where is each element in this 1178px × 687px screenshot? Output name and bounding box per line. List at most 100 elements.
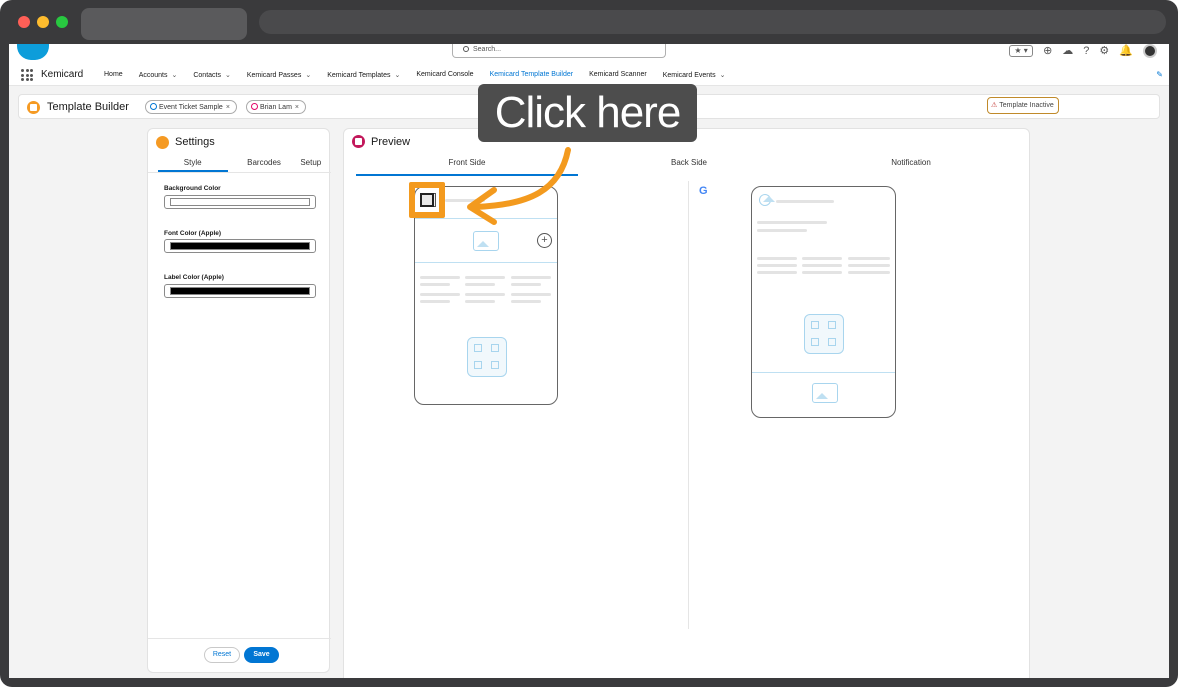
- settings-icon: [156, 136, 169, 149]
- notifications-bell-icon[interactable]: 🔔: [1119, 45, 1133, 57]
- app-launcher-icon[interactable]: [21, 69, 33, 81]
- click-here-callout: Click here: [478, 84, 697, 142]
- background-color-label: Background Color: [164, 185, 221, 192]
- preview-divider: [688, 181, 689, 629]
- salesforce-logo[interactable]: [17, 44, 49, 60]
- trailhead-icon[interactable]: ☁: [1062, 45, 1073, 57]
- placeholder-line: [848, 271, 890, 274]
- chevron-down-icon[interactable]: ⌄: [305, 72, 311, 79]
- strip-image-icon[interactable]: [473, 231, 499, 251]
- chevron-down-icon[interactable]: ⌄: [395, 72, 401, 79]
- nav-item-kemicard-console[interactable]: Kemicard Console: [416, 66, 481, 86]
- nav-item-contacts[interactable]: Contacts ⌄: [193, 66, 239, 86]
- global-search-input[interactable]: Search...: [452, 44, 666, 58]
- hero-image-icon[interactable]: [812, 383, 838, 403]
- placeholder-line: [802, 271, 842, 274]
- close-window-button[interactable]: [18, 16, 30, 28]
- placeholder-line: [848, 257, 890, 260]
- contact-record-icon: [251, 103, 258, 110]
- nav-item-label: Kemicard Templates: [327, 72, 391, 79]
- placeholder-line: [757, 264, 797, 267]
- event-ticket-sample-pill[interactable]: Event Ticket Sample ×: [145, 100, 237, 114]
- apple-pass-preview: +: [414, 186, 558, 405]
- placeholder-line: [465, 276, 505, 279]
- add-image-plus-icon[interactable]: +: [537, 233, 552, 248]
- remove-pill-icon[interactable]: ×: [226, 104, 230, 111]
- placeholder-line: [511, 300, 541, 303]
- template-builder-icon: [27, 101, 40, 114]
- search-placeholder: Search...: [473, 46, 502, 53]
- remove-pill-icon[interactable]: ×: [295, 104, 299, 111]
- favorites-icon[interactable]: ★ ▾: [1009, 45, 1034, 57]
- reset-button[interactable]: Reset: [204, 647, 240, 663]
- font-color-label: Font Color (Apple): [164, 230, 222, 237]
- placeholder-line: [776, 200, 834, 203]
- app-nav-bar: Kemicard Home Accounts ⌄ Contacts ⌄ Kemicard …: [9, 66, 1169, 86]
- placeholder-line: [511, 293, 551, 296]
- label-color-label: Label Color (Apple): [164, 274, 224, 281]
- tab-front-side[interactable]: Front Side: [356, 158, 578, 176]
- tab-barcodes[interactable]: Barcodes: [247, 155, 281, 172]
- nav-item-kemicard-template-builder[interactable]: Kemicard Template Builder: [489, 66, 582, 86]
- google-logo-slot[interactable]: [759, 194, 775, 206]
- browser-titlebar: [0, 0, 1178, 44]
- maximize-window-button[interactable]: [56, 16, 68, 28]
- tab-style[interactable]: Style: [157, 155, 228, 172]
- nav-item-kemicard-passes[interactable]: Kemicard Passes ⌄: [247, 66, 319, 86]
- placeholder-line: [465, 293, 505, 296]
- placeholder-line: [757, 271, 797, 274]
- tab-notification[interactable]: Notification: [800, 158, 1022, 167]
- qr-code-icon[interactable]: [467, 337, 507, 377]
- nav-item-label: Accounts: [138, 72, 168, 79]
- chevron-down-icon[interactable]: ⌄: [225, 72, 231, 79]
- nav-item-label: Kemicard Console: [416, 71, 474, 78]
- global-create-icon[interactable]: ⊕: [1043, 45, 1052, 57]
- template-status-badge[interactable]: ⚠ Template Inactive: [987, 97, 1059, 114]
- help-icon[interactable]: ?: [1083, 45, 1089, 57]
- nav-item-kemicard-scanner[interactable]: Kemicard Scanner: [589, 66, 655, 86]
- placeholder-line: [757, 221, 827, 224]
- nav-item-label: Kemicard Template Builder: [489, 71, 574, 78]
- app-name: Kemicard: [41, 69, 84, 80]
- qr-code-icon[interactable]: [804, 314, 844, 354]
- edit-nav-pencil-icon[interactable]: ✎: [1156, 70, 1163, 79]
- placeholder-line: [757, 257, 797, 260]
- placeholder-line: [802, 257, 842, 260]
- logo-target-highlight[interactable]: [409, 182, 445, 218]
- placeholder-line: [757, 229, 807, 232]
- address-bar[interactable]: [259, 10, 1166, 34]
- background-color-field[interactable]: [164, 195, 316, 209]
- settings-title: Settings: [175, 136, 215, 148]
- settings-footer: Reset Save: [148, 638, 331, 672]
- save-button[interactable]: Save: [244, 647, 279, 663]
- logo-slot-target[interactable]: [420, 193, 434, 207]
- tab-setup[interactable]: Setup: [300, 155, 321, 172]
- settings-panel: Settings Style Barcodes Setup Background…: [147, 128, 331, 673]
- nav-item-kemicard-events[interactable]: Kemicard Events ⌄: [663, 66, 734, 86]
- page-title: Template Builder: [47, 101, 129, 113]
- gear-icon[interactable]: ⚙: [1099, 45, 1109, 57]
- nav-item-home[interactable]: Home: [104, 66, 131, 86]
- nav-item-label: Contacts: [193, 72, 221, 79]
- label-color-swatch: [170, 287, 310, 295]
- label-color-field[interactable]: [164, 284, 316, 298]
- chevron-down-icon[interactable]: ⌄: [720, 72, 726, 79]
- nav-item-label: Kemicard Passes: [246, 72, 302, 79]
- tab-back-side[interactable]: Back Side: [578, 158, 800, 167]
- nav-item-kemicard-templates[interactable]: Kemicard Templates ⌄: [327, 66, 408, 86]
- placeholder-line: [445, 199, 485, 202]
- browser-tab[interactable]: [81, 8, 247, 40]
- preview-title: Preview: [371, 136, 411, 148]
- user-avatar[interactable]: [1143, 44, 1157, 58]
- placeholder-line: [802, 264, 842, 267]
- chevron-down-icon[interactable]: ⌄: [171, 72, 177, 79]
- placeholder-line: [420, 300, 450, 303]
- placeholder-line: [420, 283, 450, 286]
- brian-lam-pill[interactable]: Brian Lam ×: [246, 100, 306, 114]
- nav-item-accounts[interactable]: Accounts ⌄: [139, 66, 186, 86]
- minimize-window-button[interactable]: [37, 16, 49, 28]
- placeholder-line: [511, 276, 551, 279]
- font-color-field[interactable]: [164, 239, 316, 253]
- placeholder-line: [420, 293, 460, 296]
- font-color-swatch: [170, 242, 310, 250]
